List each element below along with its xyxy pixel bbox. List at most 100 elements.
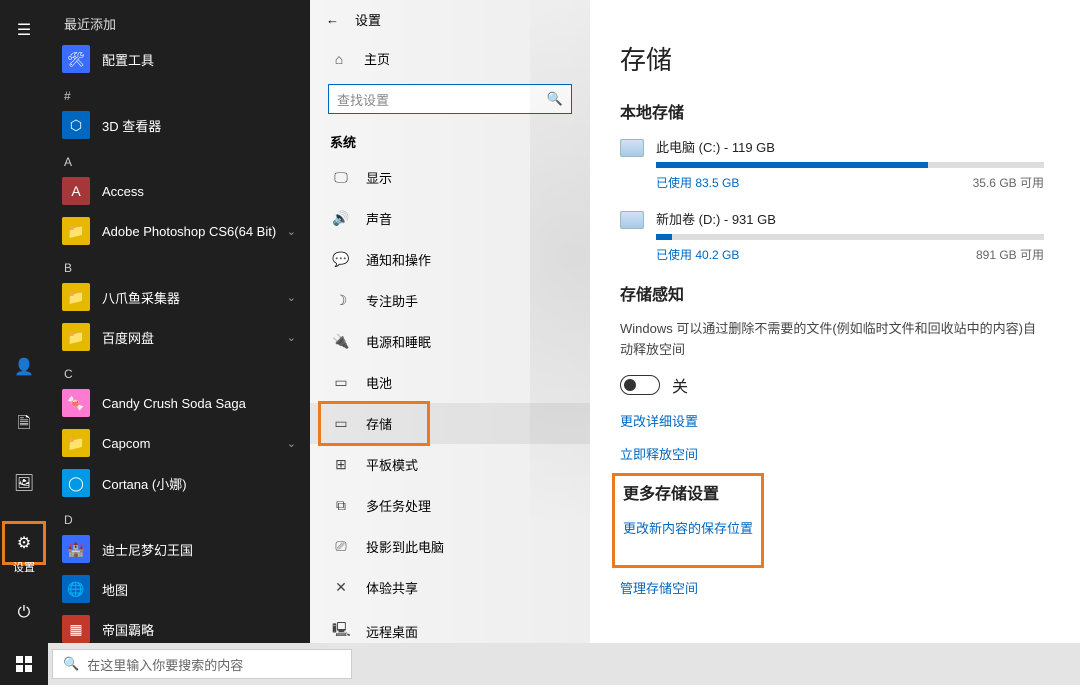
chevron-down-icon: ⌄ bbox=[287, 291, 296, 304]
nav-item-icon: 💬 bbox=[332, 251, 350, 268]
user-icon[interactable]: 👤 bbox=[4, 347, 44, 387]
start-app-item[interactable]: 📁百度网盘⌄ bbox=[48, 317, 310, 357]
chevron-down-icon: ⌄ bbox=[287, 331, 296, 344]
nav-item-专注助手[interactable]: ☽专注助手 bbox=[310, 280, 590, 321]
app-icon: A bbox=[62, 177, 90, 205]
nav-item-label: 平板模式 bbox=[366, 455, 418, 474]
nav-home[interactable]: ⌂ 主页 bbox=[310, 39, 590, 78]
drive-free: 891 GB 可用 bbox=[976, 246, 1044, 263]
chevron-down-icon: ⌄ bbox=[287, 225, 296, 238]
nav-item-存储[interactable]: ▭存储 bbox=[310, 403, 590, 444]
nav-item-icon: 🔊 bbox=[332, 210, 350, 227]
start-group-letter[interactable]: C bbox=[48, 357, 310, 383]
start-group-letter[interactable]: A bbox=[48, 145, 310, 171]
more-settings-title: 更多存储设置 bbox=[623, 480, 753, 504]
nav-item-icon: ✕ bbox=[332, 579, 350, 596]
start-app-item[interactable]: 📁Capcom⌄ bbox=[48, 423, 310, 463]
nav-item-通知和操作[interactable]: 💬通知和操作 bbox=[310, 239, 590, 280]
nav-item-体验共享[interactable]: ✕体验共享 bbox=[310, 567, 590, 608]
nav-item-icon: ⎚ bbox=[332, 538, 350, 555]
start-group-letter[interactable]: B bbox=[48, 251, 310, 277]
link-free-space[interactable]: 立即释放空间 bbox=[620, 444, 1044, 463]
nav-item-icon: ☽ bbox=[332, 292, 350, 309]
nav-item-投影到此电脑[interactable]: ⎚投影到此电脑 bbox=[310, 526, 590, 567]
start-button[interactable] bbox=[0, 643, 48, 685]
app-icon: 📁 bbox=[62, 429, 90, 457]
drive-used: 已使用 83.5 GB bbox=[656, 174, 739, 191]
gear-icon[interactable]: ⚙ bbox=[17, 533, 31, 553]
nav-item-平板模式[interactable]: ⊞平板模式 bbox=[310, 444, 590, 485]
link-detail[interactable]: 更改详细设置 bbox=[620, 411, 1044, 430]
taskbar-search[interactable]: 🔍 在这里输入你要搜索的内容 bbox=[52, 649, 352, 679]
start-app-item[interactable]: ▦ 帝国霸略 bbox=[48, 609, 310, 643]
app-icon: ◯ bbox=[62, 469, 90, 497]
tools-icon: 🛠 bbox=[62, 45, 90, 73]
drive-item[interactable]: 新加卷 (D:) - 931 GB 已使用 40.2 GB 891 GB 可用 bbox=[620, 209, 1044, 263]
pictures-icon[interactable]: 🖼 bbox=[4, 463, 44, 503]
start-app-item[interactable]: 🍬Candy Crush Soda Saga bbox=[48, 383, 310, 423]
nav-item-label: 电池 bbox=[366, 373, 392, 392]
nav-section: 系统 bbox=[310, 126, 590, 157]
nav-item-label: 电源和睡眠 bbox=[366, 332, 431, 351]
app-label: Adobe Photoshop CS6(64 Bit) bbox=[102, 224, 276, 239]
app-icon: 🍬 bbox=[62, 389, 90, 417]
app-label: Access bbox=[102, 184, 144, 199]
nav-item-多任务处理[interactable]: ⧉ 多任务处理 bbox=[310, 485, 590, 526]
hamburger-icon[interactable]: ☰ bbox=[4, 10, 44, 50]
recent-header: 最近添加 bbox=[48, 8, 310, 39]
drive-used: 已使用 40.2 GB bbox=[656, 246, 739, 263]
settings-rail-label: 设置 bbox=[2, 559, 46, 575]
nav-item-电池[interactable]: ▭电池 bbox=[310, 362, 590, 403]
start-rail: ☰ 👤 🗎 🖼 ⚙ 设置 ⏻ bbox=[0, 0, 48, 643]
app-icon: 🏰 bbox=[62, 535, 90, 563]
settings-nav: ← 设置 ⌂ 主页 查找设置 🔍 系统 🖵显示🔊声音💬通知和操作☽专注助手🔌电源… bbox=[310, 0, 590, 643]
link-manage-space[interactable]: 管理存储空间 bbox=[620, 578, 1044, 597]
start-app-item[interactable]: 🌐地图 bbox=[48, 569, 310, 609]
home-icon: ⌂ bbox=[330, 51, 348, 67]
settings-search[interactable]: 查找设置 🔍 bbox=[328, 84, 572, 114]
start-app-item[interactable]: A Access bbox=[48, 171, 310, 211]
start-app-item[interactable]: 📁Adobe Photoshop CS6(64 Bit)⌄ bbox=[48, 211, 310, 251]
drive-icon bbox=[620, 139, 644, 157]
app-label: 地图 bbox=[102, 580, 128, 599]
app-icon: ▦ bbox=[62, 615, 90, 643]
nav-item-显示[interactable]: 🖵显示 bbox=[310, 157, 590, 198]
nav-item-label: 多任务处理 bbox=[366, 496, 431, 515]
start-app-item[interactable]: 📁八爪鱼采集器⌄ bbox=[48, 277, 310, 317]
drive-name: 新加卷 (D:) - 931 GB bbox=[656, 209, 1044, 228]
page-title: 存储 bbox=[620, 40, 1044, 77]
home-label: 主页 bbox=[364, 49, 390, 68]
app-label: 帝国霸略 bbox=[102, 620, 154, 639]
taskbar: 🔍 在这里输入你要搜索的内容 bbox=[0, 643, 1080, 685]
drive-bar bbox=[656, 234, 1044, 240]
app-icon: 📁 bbox=[62, 283, 90, 311]
nav-item-电源和睡眠[interactable]: 🔌电源和睡眠 bbox=[310, 321, 590, 362]
nav-item-label: 远程桌面 bbox=[366, 622, 418, 641]
toggle-label: 关 bbox=[672, 373, 688, 397]
start-app-list: 最近添加 🛠 配置工具 #⬡3D 查看器AAAccess📁Adobe Photo… bbox=[48, 0, 310, 643]
start-group-letter[interactable]: D bbox=[48, 503, 310, 529]
storage-sense-toggle[interactable] bbox=[620, 375, 660, 395]
app-label: Cortana (小娜) bbox=[102, 474, 187, 493]
back-icon[interactable]: ← bbox=[326, 12, 339, 27]
recent-item[interactable]: 🛠 配置工具 bbox=[48, 39, 310, 79]
drive-free: 35.6 GB 可用 bbox=[973, 174, 1044, 191]
drive-item[interactable]: 此电脑 (C:) - 119 GB 已使用 83.5 GB 35.6 GB 可用 bbox=[620, 137, 1044, 191]
power-icon[interactable]: ⏻ bbox=[4, 593, 44, 633]
nav-item-icon: ⧉ bbox=[332, 497, 350, 514]
drive-bar bbox=[656, 162, 1044, 168]
start-app-item[interactable]: ⬡3D 查看器 bbox=[48, 105, 310, 145]
start-app-item[interactable]: 🏰迪士尼梦幻王国 bbox=[48, 529, 310, 569]
app-label: 3D 查看器 bbox=[102, 116, 161, 135]
start-app-item[interactable]: ◯ Cortana (小娜) bbox=[48, 463, 310, 503]
windows-icon bbox=[16, 656, 32, 672]
nav-item-声音[interactable]: 🔊声音 bbox=[310, 198, 590, 239]
search-placeholder: 查找设置 bbox=[337, 90, 389, 109]
app-label: 配置工具 bbox=[102, 50, 154, 69]
start-group-letter[interactable]: # bbox=[48, 79, 310, 105]
local-storage-title: 本地存储 bbox=[620, 99, 1044, 123]
nav-item-label: 显示 bbox=[366, 168, 392, 187]
link-change-location[interactable]: 更改新内容的保存位置 bbox=[623, 518, 753, 537]
documents-icon[interactable]: 🗎 bbox=[4, 405, 44, 445]
drive-name: 此电脑 (C:) - 119 GB bbox=[656, 137, 1044, 156]
